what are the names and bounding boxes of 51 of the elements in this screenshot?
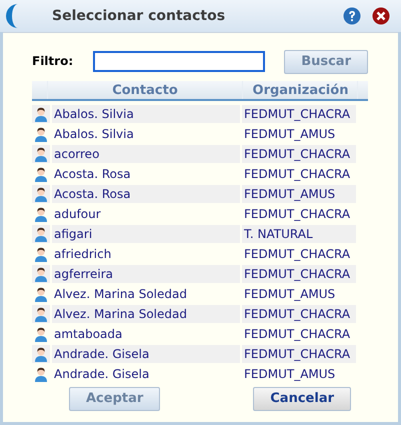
- filter-label: Filtro:: [32, 53, 74, 70]
- person-icon: [34, 326, 48, 342]
- cancel-button[interactable]: Cancelar: [253, 387, 351, 411]
- column-header[interactable]: Contacto: [47, 81, 243, 99]
- window-title: Seleccionar contactos: [52, 6, 226, 26]
- table-cell[interactable]: Acosta. Rosa: [52, 185, 240, 203]
- table-cell[interactable]: FEDMUT_CHACRA: [242, 305, 356, 323]
- table-cell[interactable]: Abalos. Silvia: [52, 105, 240, 123]
- person-icon: [34, 246, 48, 262]
- table-cell[interactable]: Alvez. Marina Soledad: [52, 305, 240, 323]
- close-icon[interactable]: [372, 7, 390, 25]
- person-icon: [34, 266, 48, 282]
- table-cell[interactable]: FEDMUT_AMUS: [242, 285, 356, 303]
- table-cell[interactable]: FEDMUT_CHACRA: [242, 345, 356, 363]
- table-cell[interactable]: FEDMUT_AMUS: [242, 185, 356, 203]
- table-cell[interactable]: FEDMUT_CHACRA: [242, 145, 356, 163]
- table-cell[interactable]: Andrade. Gisela: [52, 365, 240, 383]
- table-cell[interactable]: amtaboada: [52, 325, 240, 343]
- table-cell[interactable]: FEDMUT_CHACRA: [242, 165, 356, 183]
- table-cell[interactable]: Acosta. Rosa: [52, 165, 240, 183]
- person-icon: [34, 286, 48, 302]
- filter-field[interactable]: [93, 50, 266, 72]
- person-icon: [34, 126, 48, 142]
- table-cell[interactable]: afigari: [52, 225, 240, 243]
- column-header[interactable]: Organización: [244, 81, 358, 99]
- person-icon: [34, 146, 48, 162]
- person-icon: [34, 306, 48, 322]
- table-cell[interactable]: FEDMUT_AMUS: [242, 365, 356, 383]
- help-icon[interactable]: [343, 7, 361, 25]
- table-cell[interactable]: FEDMUT_CHACRA: [242, 205, 356, 223]
- table-cell[interactable]: Abalos. Silvia: [52, 125, 240, 143]
- table-cell[interactable]: acorreo: [52, 145, 240, 163]
- table-cell[interactable]: FEDMUT_AMUS: [242, 125, 356, 143]
- table-cell[interactable]: FEDMUT_CHACRA: [242, 105, 356, 123]
- person-icon: [34, 186, 48, 202]
- table-cell[interactable]: adufour: [52, 205, 240, 223]
- table-cell[interactable]: FEDMUT_CHACRA: [242, 245, 356, 263]
- person-icon: [34, 206, 48, 222]
- table-cell[interactable]: agferreira: [52, 265, 240, 283]
- person-icon: [34, 106, 48, 122]
- table-cell[interactable]: FEDMUT_CHACRA: [242, 265, 356, 283]
- person-icon: [34, 166, 48, 182]
- person-icon: [34, 366, 48, 382]
- table-cell[interactable]: afriedrich: [52, 245, 240, 263]
- table-cell[interactable]: T. NATURAL: [242, 225, 356, 243]
- person-icon: [34, 346, 48, 362]
- table-cell[interactable]: Alvez. Marina Soledad: [52, 285, 240, 303]
- person-icon: [34, 226, 48, 242]
- table-cell[interactable]: Andrade. Gisela: [52, 345, 240, 363]
- app-logo-icon: [6, 4, 18, 28]
- table-cell[interactable]: FEDMUT_CHACRA: [242, 325, 356, 343]
